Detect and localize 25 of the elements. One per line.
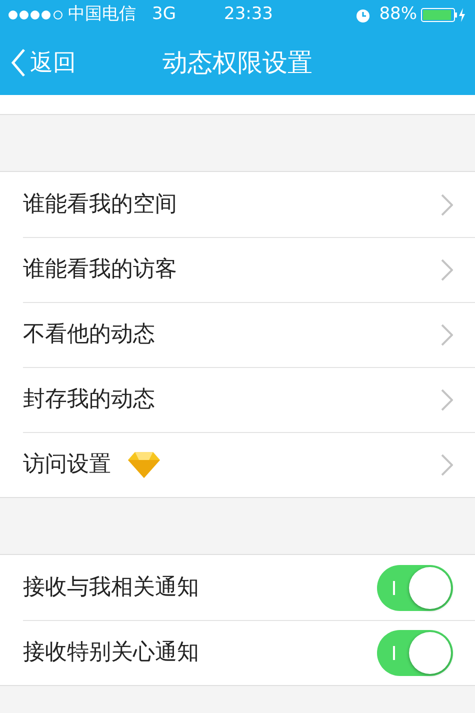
carrier-name: 中国电信 — [68, 3, 136, 26]
on-indicator-icon — [393, 580, 395, 594]
chevron-icon — [441, 454, 453, 476]
toggle-switch[interactable] — [377, 630, 453, 676]
network-type: 3G — [152, 3, 176, 26]
back-chevron-icon — [10, 48, 26, 78]
chevron-icon — [441, 258, 453, 280]
chevron-icon — [441, 388, 453, 410]
menu-item[interactable]: 谁能看我的访客 — [0, 237, 475, 302]
chevron-icon — [441, 194, 453, 216]
menu-item[interactable]: 谁能看我的空间 — [0, 172, 475, 237]
alarm-icon — [355, 7, 372, 23]
battery-icon — [421, 7, 467, 23]
chevron-icon — [441, 324, 453, 346]
battery-percent: 88% — [379, 3, 417, 26]
menu-item[interactable]: 封存我的动态 — [0, 367, 475, 432]
menu-item[interactable]: 不看他的动态 — [0, 302, 475, 367]
page-title: 动态权限设置 — [162, 46, 312, 79]
toggle-switch[interactable] — [377, 564, 453, 610]
toggle-label: 接收特别关心通知 — [23, 639, 199, 667]
toggle-label: 接收与我相关通知 — [23, 574, 199, 602]
signal-icon — [8, 10, 64, 20]
clock-time: 23:33 — [224, 3, 273, 26]
menu-item[interactable]: 访问设置 — [0, 432, 475, 497]
on-indicator-icon — [393, 646, 395, 660]
